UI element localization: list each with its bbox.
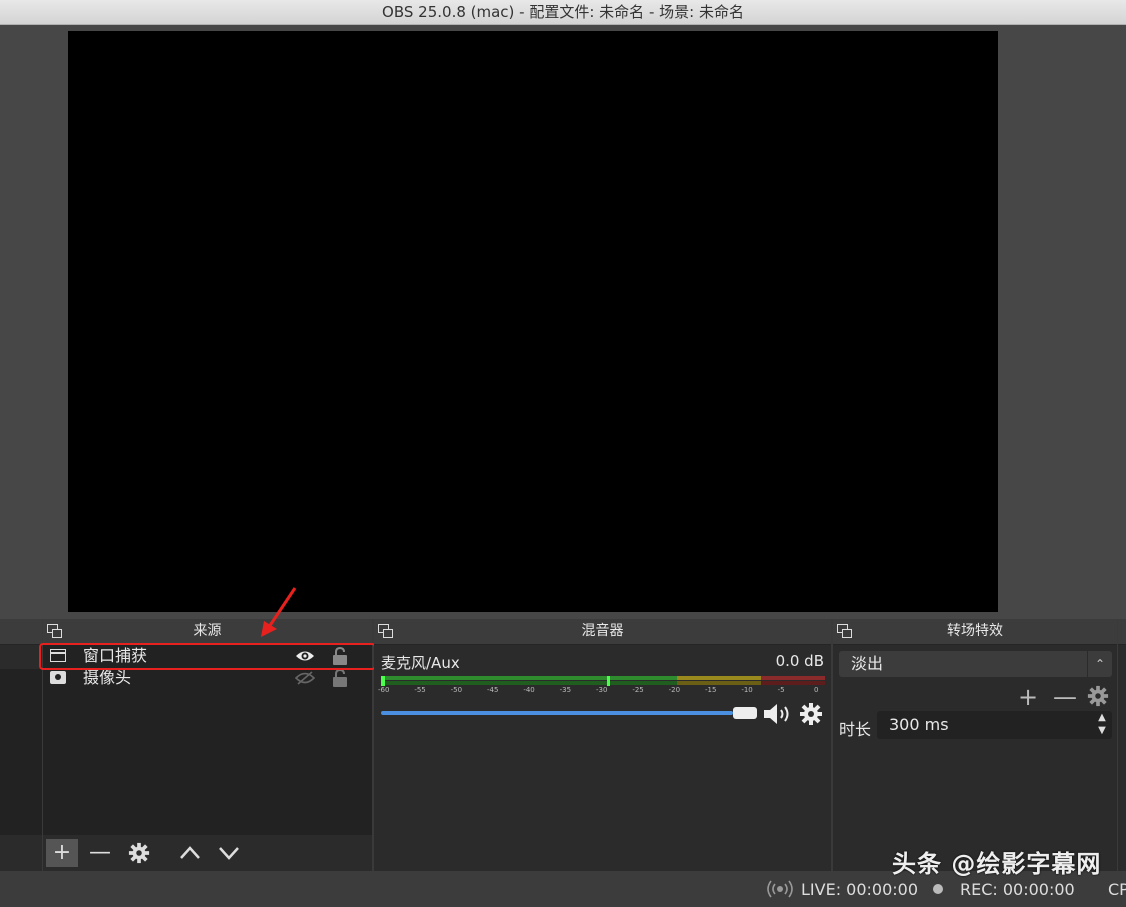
mixer-db-readout: 0.0 dB <box>775 652 824 670</box>
move-up-button[interactable] <box>174 839 206 867</box>
undock-icon[interactable] <box>47 624 62 638</box>
scenes-list[interactable] <box>0 669 42 835</box>
mixer-dock: 混音器 麦克风/Aux 0.0 dB -60 -55 -50 -45 -40 -35 -30… <box>374 619 831 871</box>
window-title: OBS 25.0.8 (mac) - 配置文件: 未命名 - 场景: 未命名 <box>0 0 1126 25</box>
eye-hidden-icon[interactable] <box>295 670 315 686</box>
volume-slider[interactable] <box>381 711 733 715</box>
mixer-channel-name: 麦克风/Aux <box>381 654 460 672</box>
source-item-camera[interactable]: 摄像头 <box>43 667 372 689</box>
chevron-up-icon <box>180 846 200 859</box>
undock-icon[interactable] <box>378 624 393 638</box>
meter-tick-label: -50 <box>450 686 463 694</box>
source-properties-button[interactable] <box>123 839 155 867</box>
spinner-icon[interactable]: ▲ ▼ <box>1092 711 1112 739</box>
cpu-usage: CP <box>1108 880 1126 899</box>
mixer-channel: 麦克风/Aux 0.0 dB -60 -55 -50 -45 -40 -35 -30 -25-… <box>374 645 831 871</box>
transition-select[interactable]: 淡出 ⌃ <box>839 651 1112 677</box>
speaker-icon[interactable] <box>763 703 793 725</box>
add-source-button[interactable]: + <box>46 839 78 867</box>
meter-tick-label: 0 <box>814 686 819 694</box>
add-transition-button[interactable]: + <box>1018 683 1038 711</box>
scenes-dock <box>0 619 42 871</box>
meter-tick-label: -25 <box>632 686 644 694</box>
meter-ticks: -60 -55 -50 -45 -40 -35 -30 -25 -20 -15 -10 -5 0 <box>378 686 828 696</box>
duration-value: 300 ms <box>889 715 949 734</box>
move-down-button[interactable] <box>213 839 245 867</box>
preview-area <box>0 25 1126 619</box>
chevron-updown-icon: ⌃ <box>1087 651 1112 677</box>
meter-tick-label: -45 <box>487 686 499 694</box>
mixer-dock-title: 混音器 <box>581 623 624 639</box>
gear-icon[interactable] <box>1087 685 1109 707</box>
annotation-arrow <box>261 587 297 637</box>
controls-dock-header <box>1118 619 1126 645</box>
transitions-panel: 淡出 ⌃ + — 时长 300 ms ▲ ▼ <box>833 645 1117 871</box>
meter-tick-label: -35 <box>559 686 572 694</box>
gear-icon <box>128 842 150 864</box>
watermark: 头条 @绘影字幕网 <box>892 850 1102 878</box>
remove-source-button[interactable]: — <box>84 839 116 867</box>
meter-tick-label: -20 <box>668 686 681 694</box>
unlock-icon[interactable] <box>332 669 348 687</box>
live-timer: LIVE: 00:00:00 <box>801 880 919 899</box>
meter-tick-label: -10 <box>741 686 753 694</box>
preview-canvas[interactable] <box>68 31 998 612</box>
gear-icon[interactable] <box>799 702 823 726</box>
sources-toolbar: + — <box>43 835 372 871</box>
meter-tick-label: -15 <box>705 686 717 694</box>
duration-label: 时长 <box>839 720 872 739</box>
broadcast-icon <box>767 880 793 898</box>
transitions-dock-header: 转场特效 <box>833 619 1117 645</box>
transitions-dock-title: 转场特效 <box>947 623 1003 639</box>
meter-tick-label: -40 <box>523 686 535 694</box>
sources-list: 窗口捕获 摄像头 <box>43 645 372 835</box>
sources-dock-header: 来源 <box>43 619 372 645</box>
rec-indicator-icon <box>933 884 943 894</box>
chevron-down-icon <box>219 847 239 860</box>
meter-tick-label: -55 <box>414 686 426 694</box>
annotation-highlight-box <box>39 643 376 670</box>
sources-dock-title: 来源 <box>193 623 222 639</box>
source-label: 摄像头 <box>83 668 132 687</box>
camera-icon <box>50 671 66 684</box>
mixer-dock-header: 混音器 <box>374 619 831 645</box>
scenes-dock-header <box>0 619 42 645</box>
remove-transition-button[interactable]: — <box>1053 683 1077 711</box>
transition-select-value: 淡出 <box>851 654 884 673</box>
meter-tick-label: -60 <box>378 686 390 694</box>
rec-timer: REC: 00:00:00 <box>960 880 1075 899</box>
duration-input[interactable]: 300 ms ▲ ▼ <box>877 711 1112 739</box>
undock-icon[interactable] <box>837 624 852 638</box>
volume-slider-knob[interactable] <box>733 707 757 719</box>
transitions-dock: 转场特效 淡出 ⌃ + — 时长 300 ms ▲ ▼ <box>833 619 1117 871</box>
controls-dock-edge <box>1118 619 1126 871</box>
volume-meter <box>381 676 825 686</box>
scenes-toolbar <box>0 835 42 871</box>
meter-tick-label: -5 <box>777 686 785 694</box>
meter-tick-label: -30 <box>596 686 608 694</box>
